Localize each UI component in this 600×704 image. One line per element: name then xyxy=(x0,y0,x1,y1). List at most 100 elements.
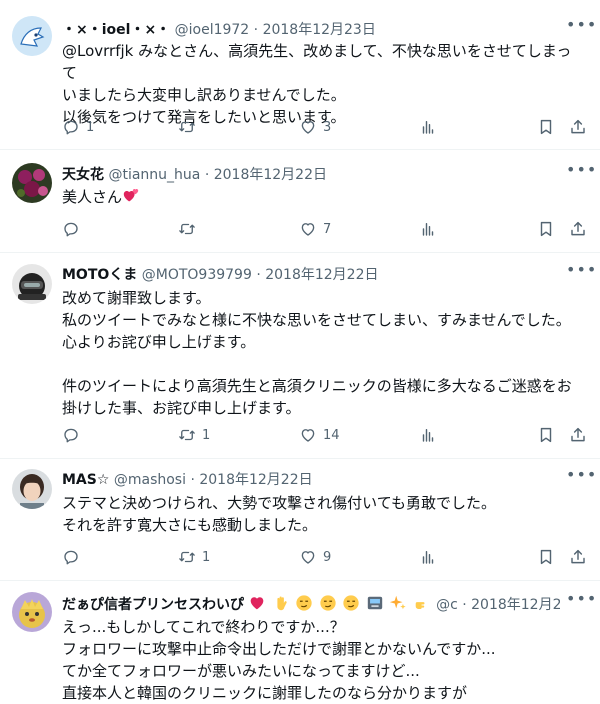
display-name[interactable]: だぁぴ信者プリンセスわいぴ xyxy=(62,597,244,613)
retweet-button[interactable] xyxy=(178,219,202,239)
avatar[interactable] xyxy=(12,163,52,203)
like-button[interactable]: 14 xyxy=(299,425,340,445)
reply-icon xyxy=(62,118,80,136)
user-handle[interactable]: @tiannu_hua xyxy=(108,167,200,183)
views-button[interactable] xyxy=(419,117,437,137)
reply-icon xyxy=(62,220,80,238)
views-button[interactable] xyxy=(419,219,437,239)
retweet-button[interactable]: 1 xyxy=(178,547,210,567)
more-icon[interactable]: ••• xyxy=(566,467,596,490)
tweet-actions: 1 9 xyxy=(62,547,590,567)
user-handle[interactable]: @mashosi xyxy=(114,472,186,488)
tweet-5[interactable]: だぁぴ信者プリンセスわいぴ @c · 2018年12月22日 ••• えっ...… xyxy=(0,581,600,702)
retweet-icon xyxy=(178,220,196,238)
share-icon xyxy=(569,118,587,136)
tweet-text: 改めて謝罪致します。 私のツイートでみなと様に不快な思いをさせてしまい、すみませ… xyxy=(62,289,572,417)
views-icon xyxy=(419,548,437,566)
retweet-icon xyxy=(178,118,196,136)
like-count: 14 xyxy=(323,427,340,443)
bookmark-button[interactable] xyxy=(537,425,555,445)
views-icon xyxy=(419,220,437,238)
views-icon xyxy=(419,426,437,444)
retweet-button[interactable] xyxy=(178,117,202,137)
display-name[interactable]: MOTOくま xyxy=(62,267,137,283)
bookmark-button[interactable] xyxy=(537,117,555,137)
tweet-text: @Lovrrfjk みなとさん、高須先生、改めまして、不快な思いをさせてしまって… xyxy=(62,42,572,126)
smirk-face-emoji-icon-3 xyxy=(343,595,359,611)
separator-dot: · xyxy=(204,167,210,183)
tweet-date[interactable]: 2018年12月22日 xyxy=(471,597,560,613)
tweet-3[interactable]: MOTOくま @MOTO939799 · 2018年12月22日 ••• 改めて… xyxy=(0,253,600,459)
avatar[interactable] xyxy=(12,264,52,304)
like-count: 3 xyxy=(323,119,332,135)
bookmark-icon xyxy=(537,548,555,566)
avatar-image xyxy=(12,163,52,203)
tweet-actions: 1 14 xyxy=(62,425,590,445)
retweet-icon xyxy=(178,548,196,566)
display-name[interactable]: ・×・ioel・×・ xyxy=(62,22,170,38)
like-button[interactable]: 9 xyxy=(299,547,331,567)
like-button[interactable]: 3 xyxy=(299,117,331,137)
reply-button[interactable] xyxy=(62,219,86,239)
views-button[interactable] xyxy=(419,425,437,445)
separator-dot: · xyxy=(190,472,195,488)
share-icon xyxy=(569,220,587,238)
tweet-date[interactable]: 2018年12月22日 xyxy=(199,472,312,488)
reply-button[interactable] xyxy=(62,425,86,445)
tweet-header: 天女花 @tiannu_hua · 2018年12月22日 xyxy=(62,165,560,185)
tweet-1[interactable]: ・×・ioel・×・ @ioel1972 · 2018年12月23日 ••• @… xyxy=(0,0,600,150)
retweet-button[interactable]: 1 xyxy=(178,425,210,445)
tweet-4[interactable]: MAS☆ @mashosi · 2018年12月22日 ••• ステマと決めつけ… xyxy=(0,459,600,581)
views-icon xyxy=(419,118,437,136)
tweet-text: 美人さん xyxy=(62,188,123,206)
tweet-text: ステマと決めつけられ、大勢で攻撃され傷付いても勇敢でした。 それを許す寛大さにも… xyxy=(62,494,496,534)
retweet-count: 1 xyxy=(202,549,211,565)
user-handle[interactable]: @ioel1972 xyxy=(175,22,250,38)
user-handle[interactable]: @MOTO939799 xyxy=(142,267,252,283)
share-button[interactable] xyxy=(569,117,587,137)
tweet-header: MAS☆ @mashosi · 2018年12月22日 xyxy=(62,470,560,490)
bookmark-icon xyxy=(537,220,555,238)
tweet-date[interactable]: 2018年12月22日 xyxy=(214,167,327,183)
retweet-count: 1 xyxy=(202,427,211,443)
share-button[interactable] xyxy=(569,425,587,445)
smirk-face-emoji-icon-2 xyxy=(320,595,336,611)
more-icon[interactable]: ••• xyxy=(566,17,596,40)
share-button[interactable] xyxy=(569,219,587,239)
share-button[interactable] xyxy=(569,547,587,567)
bookmark-button[interactable] xyxy=(537,219,555,239)
reply-button[interactable] xyxy=(62,547,86,567)
tweet-header: だぁぴ信者プリンセスわいぴ @c · 2018年12月22日 xyxy=(62,594,560,614)
bookmark-button[interactable] xyxy=(537,547,555,567)
reply-icon xyxy=(62,548,80,566)
retweet-icon xyxy=(178,426,196,444)
like-button[interactable]: 7 xyxy=(299,219,331,239)
display-name[interactable]: MAS☆ xyxy=(62,472,109,488)
reply-icon xyxy=(62,426,80,444)
more-icon[interactable]: ••• xyxy=(566,262,596,285)
avatar-image xyxy=(12,16,52,56)
avatar[interactable] xyxy=(12,16,52,56)
bookmark-icon xyxy=(537,426,555,444)
pointing-hand-emoji-icon xyxy=(415,602,425,609)
like-count: 7 xyxy=(323,221,332,237)
heart-icon xyxy=(299,548,317,566)
share-icon xyxy=(569,426,587,444)
avatar[interactable] xyxy=(12,592,52,632)
tweet-date[interactable]: 2018年12月23日 xyxy=(263,22,376,38)
reply-button[interactable]: 1 xyxy=(62,117,94,137)
user-handle[interactable]: @c xyxy=(436,597,458,613)
display-name[interactable]: 天女花 xyxy=(62,167,104,183)
sparkles-emoji-icon xyxy=(390,595,406,610)
smirk-face-emoji-icon xyxy=(296,595,313,611)
tweet-date[interactable]: 2018年12月22日 xyxy=(265,267,378,283)
atm-emoji-icon xyxy=(367,596,382,610)
views-button[interactable] xyxy=(419,547,437,567)
name-emoji-row xyxy=(248,595,436,613)
avatar[interactable] xyxy=(12,469,52,509)
more-icon[interactable]: ••• xyxy=(566,162,596,185)
more-icon[interactable]: ••• xyxy=(566,591,596,614)
avatar-image xyxy=(12,469,52,509)
tweet-text: えっ...もしかしてこれで終わりですか...？ フォロワーに攻撃中止命令出しただ… xyxy=(62,618,496,702)
tweet-2[interactable]: 天女花 @tiannu_hua · 2018年12月22日 ••• 美人さん 7 xyxy=(0,150,600,253)
